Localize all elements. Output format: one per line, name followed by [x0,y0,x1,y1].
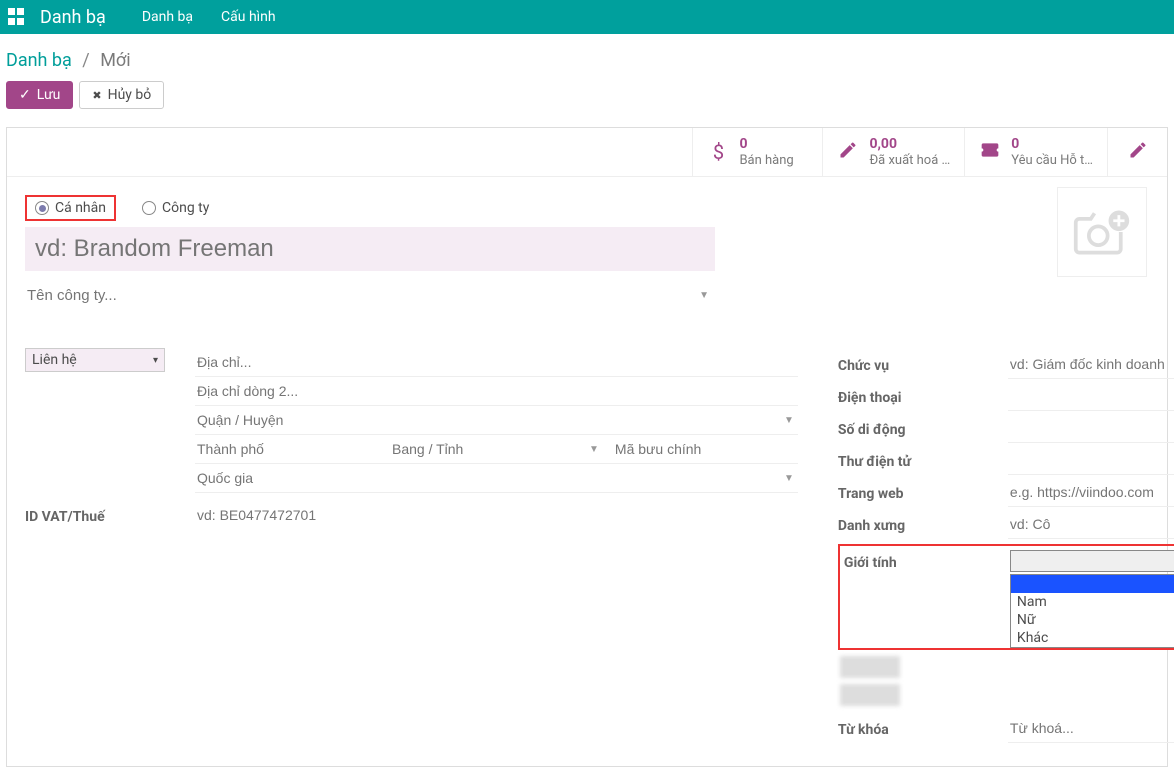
street-input[interactable] [195,348,798,376]
radio-company[interactable]: Công ty [134,197,217,219]
address-type-label: Liên hệ [32,352,77,368]
country-input[interactable] [195,464,770,492]
email-label: Thư điện tử [838,450,1008,470]
chevron-down-icon[interactable]: ▼ [693,290,715,301]
phone-input[interactable] [1008,382,1174,411]
breadcrumb-root[interactable]: Danh bạ [6,50,72,71]
discard-label: Hủy bỏ [108,87,152,103]
stat-buttons: $ 0 Bán hàng 0,00 Đã xuất hoá … [7,128,1167,177]
x-icon [92,87,101,103]
stat-invoiced-value: 0,00 [869,136,950,153]
pencil-icon [1127,140,1149,165]
street2-input[interactable] [195,377,798,405]
stat-invoiced[interactable]: 0,00 Đã xuất hoá … [822,128,964,176]
topbar: Danh bạ Danh bạ Cấu hình [0,0,1174,34]
website-input[interactable] [1008,478,1174,507]
dollar-icon: $ [707,140,729,164]
radio-dot-icon [142,201,156,215]
ticket-icon [979,140,1001,165]
top-menu: Danh bạ Cấu hình [142,9,276,25]
app-title: Danh bạ [40,7,106,28]
blurred-label [840,684,900,706]
stat-invoiced-label: Đã xuất hoá … [869,153,950,169]
mobile-input[interactable] [1008,414,1174,443]
tags-label: Từ khóa [838,718,1008,738]
address-type-select[interactable]: Liên hệ ▾ [25,348,165,372]
vat-label: ID VAT/Thuế [25,505,195,525]
stat-sales-label: Bán hàng [739,153,793,169]
menu-contacts[interactable]: Danh bạ [142,9,193,25]
chevron-down-icon[interactable]: ▼ [780,415,798,426]
gender-label: Giới tính [844,551,1010,571]
action-bar: Lưu Hủy bỏ [6,81,1168,109]
apps-icon[interactable] [8,8,26,26]
menu-config[interactable]: Cấu hình [221,9,276,25]
chevron-down-icon: ▾ [153,355,158,366]
job-input[interactable] [1008,350,1174,379]
form-sheet: $ 0 Bán hàng 0,00 Đã xuất hoá … [6,127,1168,767]
website-label: Trang web [838,482,1008,502]
blurred-label [840,656,900,678]
gender-option-blank[interactable] [1011,575,1174,593]
state-input[interactable] [390,435,575,463]
city-input[interactable] [195,435,380,463]
title-input[interactable] [1008,510,1174,538]
pencil-square-icon [837,140,859,165]
mobile-label: Số di động [838,418,1008,438]
stat-sales-value: 0 [739,136,793,153]
save-label: Lưu [37,87,61,103]
breadcrumb-current: Mới [100,50,130,71]
company-input[interactable] [25,283,693,308]
job-label: Chức vụ [838,354,1008,374]
save-button[interactable]: Lưu [6,81,73,109]
avatar-upload[interactable] [1057,187,1147,277]
chevron-down-icon[interactable]: ▼ [780,473,798,484]
gender-option-female[interactable]: Nữ [1011,611,1174,629]
gender-select[interactable] [1010,550,1174,572]
district-input[interactable] [195,406,770,434]
discard-button[interactable]: Hủy bỏ [79,81,164,109]
stat-tickets-value: 0 [1011,136,1093,153]
gender-option-male[interactable]: Nam [1011,593,1174,611]
breadcrumb: Danh bạ / Mới [6,44,1168,81]
breadcrumb-sep: / [82,50,89,71]
title-label: Danh xưng [838,514,1008,534]
zip-input[interactable] [613,435,798,463]
contact-type-radio: Cá nhân Công ty [25,195,1149,221]
phone-label: Điện thoại [838,386,1008,406]
radio-company-label: Công ty [162,200,209,216]
tags-input[interactable] [1008,714,1174,742]
vat-input[interactable] [195,501,798,529]
chevron-down-icon[interactable]: ▼ [585,444,603,455]
gender-option-other[interactable]: Khác [1011,629,1174,647]
email-input[interactable] [1008,446,1174,475]
radio-individual[interactable]: Cá nhân [25,195,116,221]
stat-tickets[interactable]: 0 Yêu cầu Hỗ t… [964,128,1107,176]
stat-edit[interactable] [1107,128,1167,176]
check-icon [19,87,31,103]
gender-highlight: Giới tính Nam Nữ Khác [838,544,1174,650]
stat-tickets-label: Yêu cầu Hỗ t… [1011,153,1093,169]
radio-dot-icon [35,201,49,215]
radio-individual-label: Cá nhân [55,200,106,216]
stat-sales[interactable]: $ 0 Bán hàng [692,128,822,176]
gender-dropdown: Nam Nữ Khác [1010,574,1174,648]
name-input[interactable] [25,227,715,271]
camera-plus-icon [1072,207,1132,257]
